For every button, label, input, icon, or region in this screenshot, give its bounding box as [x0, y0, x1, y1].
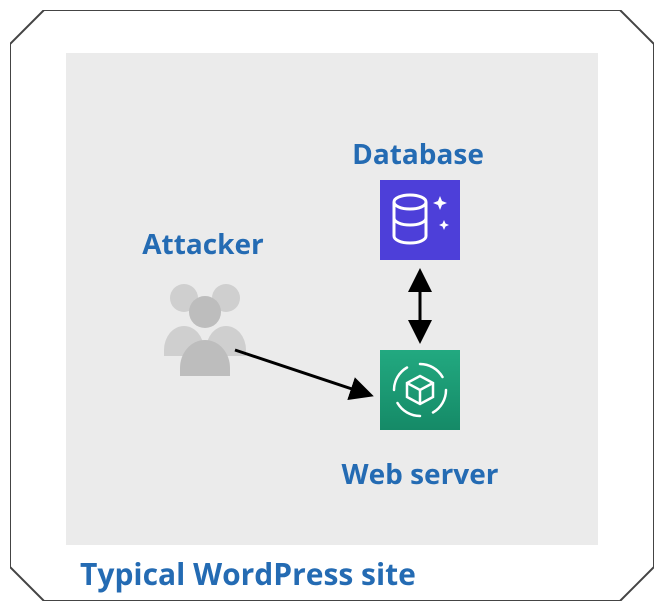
webserver-label: Web server [330, 455, 510, 493]
attacker-label: Attacker [123, 225, 283, 263]
database-label: Database [338, 135, 498, 173]
diagram-caption: Typical WordPress site [80, 553, 416, 594]
webserver-icon [380, 350, 460, 430]
database-icon [380, 180, 460, 260]
attacker-icon [150, 270, 260, 380]
